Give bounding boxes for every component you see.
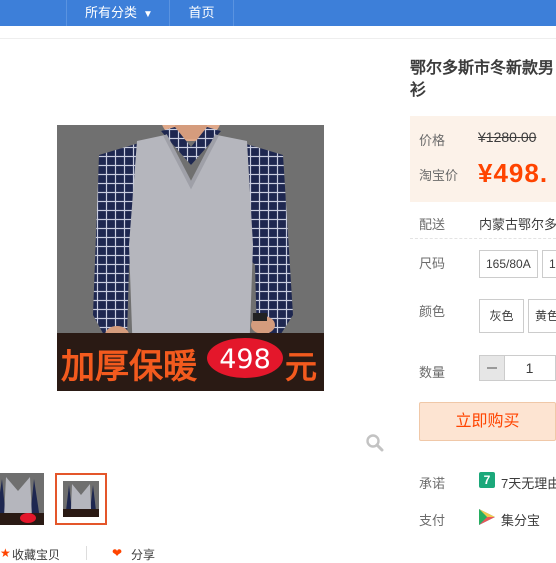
minus-icon — [487, 367, 497, 369]
color-label: 颜色 — [419, 304, 446, 319]
divider — [0, 38, 556, 39]
quantity-input[interactable]: 1 — [504, 355, 556, 381]
divider — [410, 238, 556, 239]
taobao-price: ¥498. — [478, 158, 549, 188]
banner-price: 498 — [219, 344, 271, 375]
thumbnail-1[interactable] — [0, 473, 44, 525]
share-link[interactable]: 分享 — [131, 546, 155, 563]
original-price: ¥1280.00 — [478, 129, 537, 145]
thumbnail-2-selected[interactable] — [55, 473, 107, 525]
taobao-price-label: 淘宝价 — [419, 168, 459, 183]
color-option-gray[interactable]: 灰色 — [479, 299, 524, 333]
banner-unit: 元 — [285, 348, 317, 386]
product-title: 鄂尔多斯市冬新款男衫 — [410, 60, 555, 99]
size-label: 尺码 — [419, 256, 446, 271]
quantity-decrease-button[interactable] — [479, 355, 505, 381]
payment-label: 支付 — [419, 513, 446, 528]
promise-label: 承诺 — [419, 476, 446, 491]
zoom-icon[interactable] — [365, 433, 385, 453]
delivery-label: 配送 — [419, 217, 446, 232]
all-categories-label: 所有分类 — [85, 5, 138, 20]
bottom-actions: ★ 收藏宝贝 ❤ 分享 — [0, 546, 200, 563]
original-price-label: 价格 — [419, 133, 446, 148]
seven-day-return-icon: 7 — [479, 472, 495, 488]
delivery-location[interactable]: 内蒙古鄂尔多斯 — [479, 214, 556, 233]
separator — [86, 546, 87, 560]
buy-now-button[interactable]: 立即购买 — [419, 402, 556, 441]
sweater-illustration: 加厚保暖 498 元 — [57, 125, 324, 391]
size-option-1[interactable]: 165/80A — [479, 250, 538, 278]
jifenbao-icon — [479, 509, 495, 525]
banner-text: 加厚保暖 — [61, 347, 198, 387]
quantity-label: 数量 — [419, 365, 446, 380]
favorite-link[interactable]: 收藏宝贝 — [12, 546, 60, 563]
promise-text[interactable]: 7天无理由 — [501, 473, 556, 492]
all-categories-menu[interactable]: 所有分类 ▼ — [66, 0, 170, 26]
share-icon: ❤ — [112, 546, 123, 560]
main-product-image[interactable]: 加厚保暖 498 元 — [57, 125, 324, 391]
caret-down-icon: ▼ — [143, 9, 153, 20]
color-option-yellow[interactable]: 黄色 — [528, 299, 556, 333]
home-link[interactable]: 首页 — [170, 0, 234, 26]
top-nav-bar: 所有分类 ▼ 首页 — [0, 0, 556, 26]
payment-text[interactable]: 集分宝 — [501, 510, 540, 529]
size-option-2[interactable]: 1 — [542, 250, 556, 278]
star-icon: ★ — [0, 546, 11, 560]
